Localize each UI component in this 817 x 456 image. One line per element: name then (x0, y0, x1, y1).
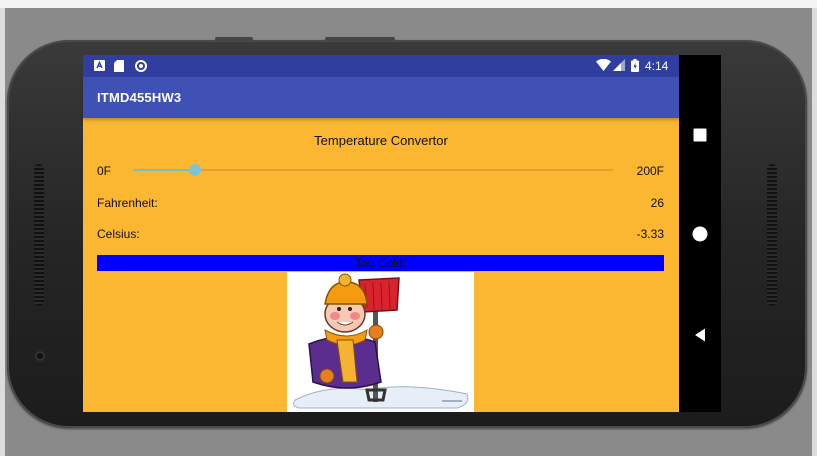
slider-fill (133, 169, 196, 171)
page-heading: Temperature Convertor (314, 133, 448, 148)
celsius-label: Celsius: (97, 227, 140, 241)
android-nav-bar (679, 55, 721, 412)
android-notification-icon (94, 60, 105, 74)
wifi-icon (596, 58, 611, 74)
right-speaker-grille (767, 164, 777, 306)
sd-card-icon (114, 60, 124, 75)
app-toolbar: ITMD455HW3 (83, 77, 679, 118)
left-speaker-grille (34, 164, 44, 306)
window-left-edge (0, 8, 5, 456)
snowman-shovel-illustration (287, 272, 474, 412)
window-right-edge (812, 8, 817, 456)
app-title: ITMD455HW3 (97, 90, 182, 105)
status-time: 4:14 (645, 59, 669, 73)
power-button[interactable] (325, 37, 395, 41)
celsius-value: -3.33 (636, 227, 664, 241)
volume-button[interactable] (215, 37, 253, 41)
signal-icon (613, 59, 625, 74)
circle-icon (135, 60, 147, 75)
square-recents-icon[interactable] (690, 125, 710, 145)
fahrenheit-label: Fahrenheit: (97, 196, 158, 210)
circle-home-icon[interactable] (690, 224, 710, 244)
fahrenheit-value: 26 (650, 196, 664, 210)
slider-thumb[interactable] (189, 164, 202, 176)
temperature-slider[interactable] (133, 164, 613, 176)
converter-content: Temperature Convertor 0F 200F Fahrenheit… (83, 118, 679, 412)
front-camera (35, 351, 45, 361)
window-top-edge (0, 0, 817, 8)
device-screen: 4:14 ITMD455HW3 Temperature Convertor 0F… (83, 55, 721, 412)
app-window: 4:14 ITMD455HW3 Temperature Convertor 0F… (83, 55, 679, 412)
battery-icon (631, 59, 639, 75)
status-bar: 4:14 (83, 55, 679, 77)
result-banner: Too Cold! (97, 255, 664, 271)
slider-max-label: 200F (636, 164, 664, 178)
triangle-back-icon[interactable] (690, 325, 710, 345)
slider-min-label: 0F (97, 164, 112, 178)
